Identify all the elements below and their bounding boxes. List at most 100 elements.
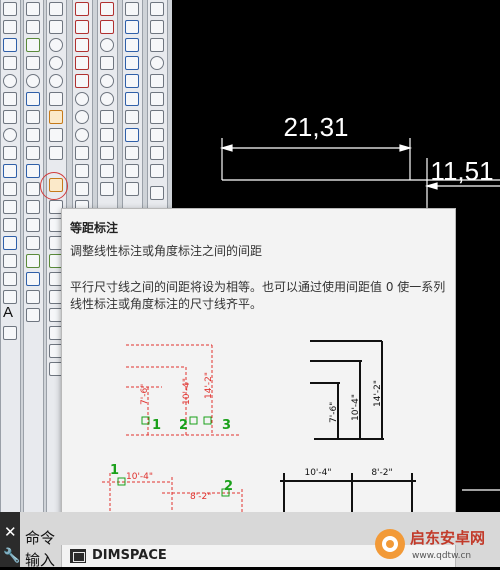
revolve-tool[interactable] (125, 128, 139, 142)
snap-midpoint-tool[interactable] (75, 56, 89, 70)
fig-bottom-right-dim-2: 8'-2" (371, 468, 392, 478)
cylinder-tool[interactable] (125, 38, 139, 52)
spline-tool[interactable] (3, 110, 17, 124)
diameter-dim-tool[interactable] (49, 56, 63, 70)
render-h-tool[interactable] (150, 128, 164, 142)
toolbar-modify (23, 0, 44, 512)
rectangle-tool[interactable] (3, 56, 17, 70)
arc-length-dim-tool[interactable] (49, 74, 63, 88)
render-e-tool[interactable] (150, 74, 164, 88)
torus-tool[interactable] (125, 92, 139, 106)
array-tool[interactable] (26, 236, 40, 250)
render-f-tool[interactable] (150, 92, 164, 106)
render-j-tool[interactable] (150, 164, 164, 178)
gradient-tool[interactable] (3, 236, 17, 250)
line-tool[interactable] (3, 2, 17, 16)
render-g-tool[interactable] (150, 110, 164, 124)
line-3d-tool[interactable] (100, 2, 114, 16)
section-tool[interactable] (125, 164, 139, 178)
snap-from-tool[interactable] (75, 20, 89, 34)
temp-track-tool[interactable] (75, 2, 89, 16)
chamfer-tool[interactable] (26, 200, 40, 214)
render-i-tool[interactable] (150, 146, 164, 160)
snap-quadrant-tool[interactable] (75, 110, 89, 124)
linear-dim-tool[interactable] (49, 2, 63, 16)
stretch-tool[interactable] (26, 110, 40, 124)
offset-tool[interactable] (26, 254, 40, 268)
tool-3d-b[interactable] (100, 38, 114, 52)
sphere-tool[interactable] (125, 20, 139, 34)
tool-3d-a[interactable] (100, 20, 114, 34)
render-k-tool[interactable] (150, 186, 164, 200)
erase-tool[interactable] (26, 2, 40, 16)
toolbar-draw: A (0, 0, 21, 512)
tool-3d-g[interactable] (100, 128, 114, 142)
wedge-tool[interactable] (125, 74, 139, 88)
quick-dim-tool[interactable] (49, 110, 63, 124)
hatch-tool[interactable] (3, 218, 17, 232)
point-tool[interactable] (3, 200, 17, 214)
scale-tool[interactable] (26, 92, 40, 106)
baseline-dim-tool[interactable] (49, 128, 63, 142)
extrude-tool[interactable] (125, 110, 139, 124)
dim-text-2: 11,51 (430, 156, 493, 186)
tool-3d-h[interactable] (100, 146, 114, 160)
revcloud-tool[interactable] (3, 92, 17, 106)
polygon-tool[interactable] (3, 38, 17, 52)
move-tool[interactable] (26, 56, 40, 70)
tool-3d-d[interactable] (100, 74, 114, 88)
render-b-tool[interactable] (150, 20, 164, 34)
render-c-tool[interactable] (150, 38, 164, 52)
ellipse-tool[interactable] (3, 128, 17, 142)
tool-3d-j[interactable] (100, 182, 114, 196)
ellipse-arc-tool[interactable] (3, 146, 17, 160)
interfere-tool[interactable] (125, 182, 139, 196)
box-tool[interactable] (125, 2, 139, 16)
region-tool[interactable] (3, 254, 17, 268)
mtext-tool[interactable]: A (3, 304, 19, 321)
render-d-tool[interactable] (150, 56, 164, 70)
snap-endpoint-tool[interactable] (75, 38, 89, 52)
extend-tool[interactable] (26, 146, 40, 160)
explode-tool[interactable] (26, 272, 40, 286)
make-block-tool[interactable] (3, 182, 17, 196)
angular-dim-tool[interactable] (49, 92, 63, 106)
circle-tool[interactable] (3, 74, 17, 88)
fillet-tool[interactable] (26, 218, 40, 232)
edit-tool[interactable] (26, 290, 40, 304)
watermark-url: www.qdtw.cn (412, 551, 471, 561)
tool-3d-i[interactable] (100, 164, 114, 178)
fig-bottom-right-dim-1: 10'-4" (304, 468, 331, 478)
snap-insert-tool[interactable] (75, 182, 89, 196)
table-tool[interactable] (3, 272, 17, 286)
tool-3d-c[interactable] (100, 56, 114, 70)
slice-tool[interactable] (125, 146, 139, 160)
snap-center-tool[interactable] (75, 92, 89, 106)
tool-3d-e[interactable] (100, 92, 114, 106)
close-icon[interactable]: ✕ (4, 523, 17, 541)
render-a-tool[interactable] (150, 2, 164, 16)
snap-tangent-tool[interactable] (75, 128, 89, 142)
mirror-tool[interactable] (26, 38, 40, 52)
rotate-tool[interactable] (26, 74, 40, 88)
wrench-icon[interactable]: 🔧 (3, 548, 20, 564)
continue-dim-tool[interactable] (49, 146, 63, 160)
radius-dim-tool[interactable] (49, 38, 63, 52)
tool-3d-f[interactable] (100, 110, 114, 124)
fig-right-dim-1: 7'-6" (329, 402, 339, 423)
copy-tool[interactable] (26, 20, 40, 34)
fig-left-point-3: 3 (222, 418, 231, 433)
trim-tool[interactable] (26, 128, 40, 142)
aligned-dim-tool[interactable] (49, 20, 63, 34)
snap-perpendicular-tool[interactable] (75, 146, 89, 160)
polyline-tool[interactable] (3, 20, 17, 34)
break-tool[interactable] (26, 164, 40, 178)
insert-block-tool[interactable] (3, 164, 17, 178)
join-tool[interactable] (26, 182, 40, 196)
cone-tool[interactable] (125, 56, 139, 70)
snap-parallel-tool[interactable] (75, 164, 89, 178)
properties-tool[interactable] (26, 308, 40, 322)
snap-intersection-tool[interactable] (75, 74, 89, 88)
grid-tool[interactable] (3, 290, 17, 304)
add-selected-tool[interactable] (3, 326, 17, 340)
